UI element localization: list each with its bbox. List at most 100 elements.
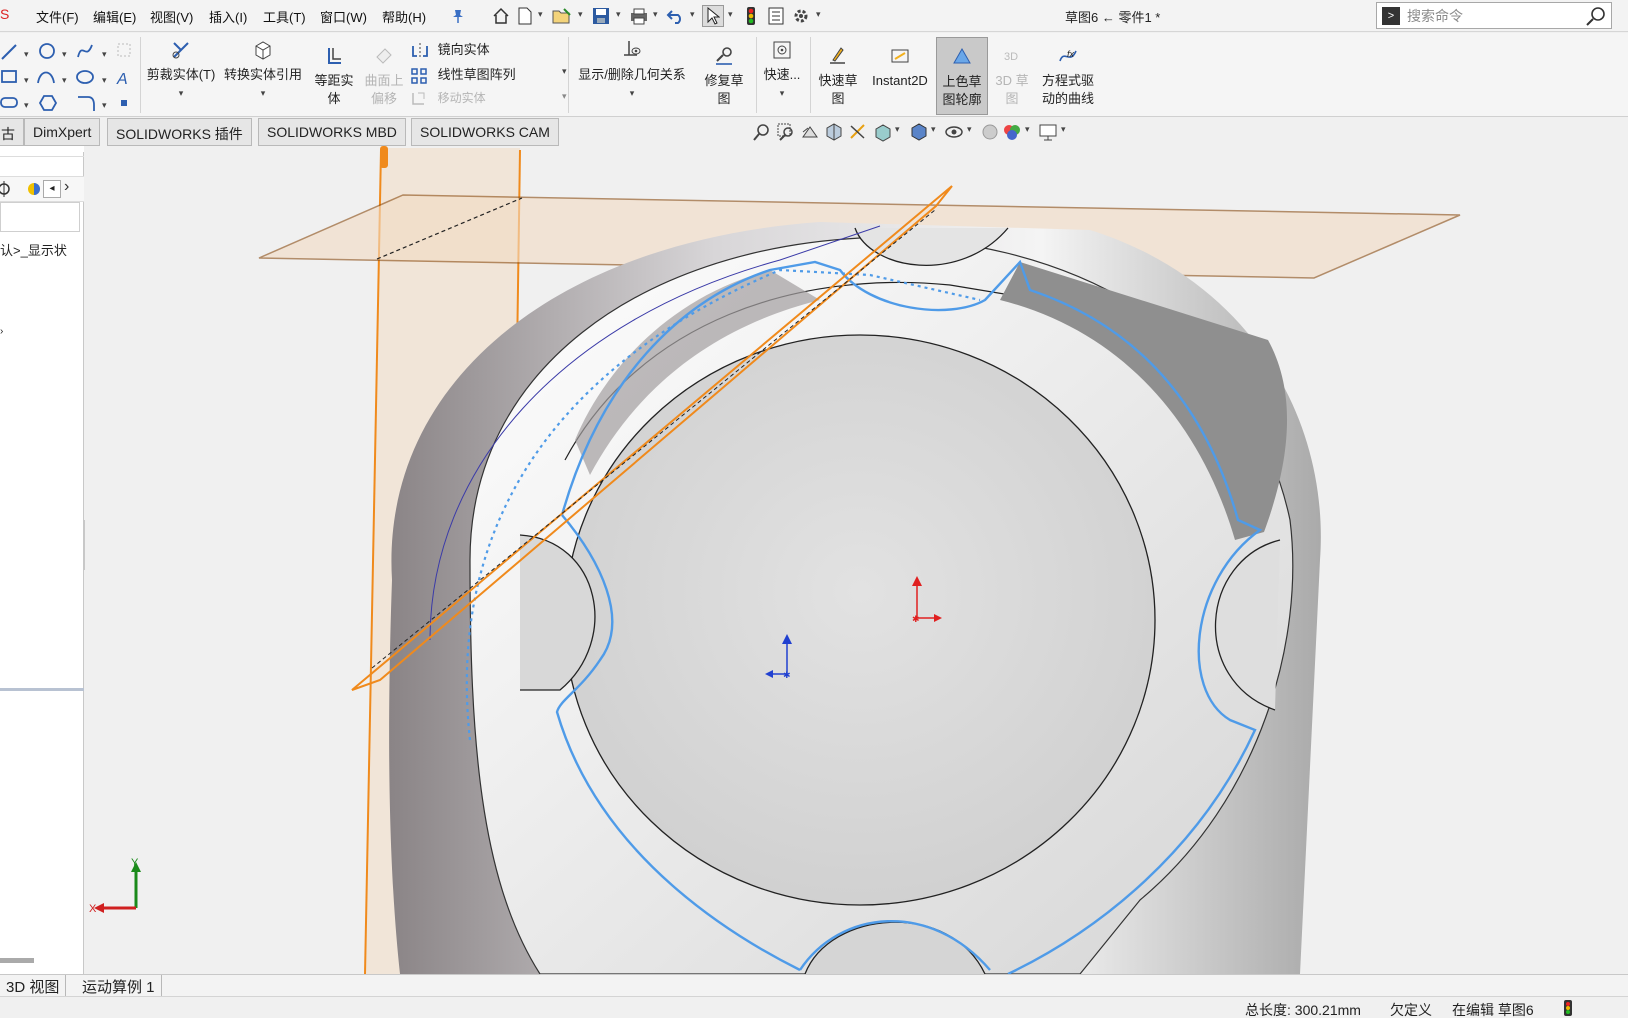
menu-help[interactable]: 帮助(H) xyxy=(382,7,426,26)
display-state-tree-item[interactable]: 认>_显示状 xyxy=(0,240,67,259)
display-style-icon[interactable] xyxy=(908,122,928,142)
instant2d-button[interactable]: Instant2D xyxy=(866,45,934,90)
menu-insert[interactable]: 插入(I) xyxy=(209,7,247,26)
crosshair-target-icon[interactable] xyxy=(0,181,12,197)
save-icon[interactable] xyxy=(590,5,612,27)
options-gear-icon[interactable] xyxy=(790,5,812,27)
new-document-icon[interactable] xyxy=(514,5,536,27)
linear-pattern-label: 线性草图阵列 xyxy=(437,67,516,82)
quick-snaps-icon xyxy=(773,41,791,59)
search-input[interactable] xyxy=(1407,6,1567,26)
tab-solidworks-mbd[interactable]: SOLIDWORKS MBD xyxy=(258,118,406,146)
chevron-down-icon[interactable]: ▾ xyxy=(1061,124,1066,135)
appearance-manager-icon[interactable] xyxy=(26,181,42,197)
graphics-area[interactable]: ✱ ✱ Y X xyxy=(85,146,1628,974)
chevron-down-icon[interactable]: ▾ xyxy=(578,9,583,20)
feature-manager-panel: ◂ › 认>_显示状 › xyxy=(0,146,84,974)
chevron-down-icon[interactable]: ▾ xyxy=(760,84,804,102)
rapid-sketch-button[interactable]: 快速草 图 xyxy=(814,45,862,108)
select-cursor-icon[interactable] xyxy=(702,5,724,27)
chevron-down-icon[interactable]: ▾ xyxy=(816,9,821,20)
apply-scene-icon[interactable] xyxy=(1002,122,1022,142)
view-settings-monitor-icon[interactable] xyxy=(1038,122,1058,142)
sketch-entity-icons[interactable]: ▾ ▾ ▾ ▾ ▾ ▾ A ▾ ▾ xyxy=(0,39,140,113)
linear-sketch-pattern-button[interactable]: 线性草图阵列 ▾ xyxy=(410,64,567,85)
chevron-down-icon[interactable]: ▾ xyxy=(562,91,567,102)
chevron-down-icon[interactable]: ▾ xyxy=(895,124,900,135)
chevron-down-icon[interactable]: ▾ xyxy=(221,84,305,102)
scroll-tabs-left-button[interactable]: ◂ xyxy=(43,180,61,198)
move-label: 移动实体 xyxy=(437,91,486,105)
quick-snaps-button[interactable]: 快速... ▾ xyxy=(760,39,804,102)
chevron-down-icon[interactable]: ▾ xyxy=(572,84,692,102)
3d-sketch-label-line2: 图 xyxy=(1005,91,1019,106)
chevron-down-icon[interactable]: ▾ xyxy=(1025,124,1030,135)
instant2d-icon xyxy=(891,49,909,63)
undo-icon[interactable] xyxy=(665,5,687,27)
offset-on-surface-button[interactable]: 曲面上 偏移 xyxy=(360,45,408,108)
convert-entities-button[interactable]: 转换实体引用 ▾ xyxy=(221,39,305,102)
rebuild-status-icon[interactable] xyxy=(1564,1000,1572,1016)
feature-tree-filter[interactable] xyxy=(0,202,80,232)
shaded-sketch-contours-button[interactable]: 上色草 图轮廓 xyxy=(936,37,988,115)
panel-divider xyxy=(0,156,84,157)
chevron-down-icon[interactable]: ▾ xyxy=(728,9,733,20)
view-orientation-icon[interactable] xyxy=(872,122,892,142)
home-icon[interactable] xyxy=(490,5,512,27)
chevron-down-icon[interactable]: ▾ xyxy=(562,66,567,77)
tab-motion-study-1[interactable]: 运动算例 1 xyxy=(76,975,162,997)
command-manager-ribbon: ▾ ▾ ▾ ▾ ▾ ▾ A ▾ ▾ 剪裁实体(T) ▾ 转换实体引用 ▾ 等距实… xyxy=(0,33,1628,117)
zoom-to-fit-icon[interactable] xyxy=(752,122,772,142)
print-icon[interactable] xyxy=(628,5,650,27)
chevron-down-icon[interactable]: ▾ xyxy=(144,84,218,102)
menu-tools[interactable]: 工具(T) xyxy=(263,7,306,26)
zoom-to-area-icon[interactable] xyxy=(776,122,796,142)
panel-splitter[interactable] xyxy=(0,688,84,691)
chevron-down-icon[interactable]: ▾ xyxy=(690,9,695,20)
tab-solidworks-cam[interactable]: SOLIDWORKS CAM xyxy=(411,118,559,146)
repair-sketch-button[interactable]: 修复草 图 xyxy=(700,45,748,108)
3d-sketch-button[interactable]: 3D 3D 草 图 xyxy=(990,45,1034,108)
horizontal-scrollbar[interactable] xyxy=(0,958,34,963)
reference-triad[interactable]: Y X xyxy=(89,857,141,915)
open-folder-icon[interactable] xyxy=(551,5,573,27)
tab-evaluate[interactable]: 古 xyxy=(0,118,24,146)
menu-file[interactable]: 文件(F) xyxy=(36,7,79,26)
mirror-label: 镜向实体 xyxy=(437,42,490,57)
file-properties-icon[interactable] xyxy=(765,5,787,27)
chevron-down-icon[interactable]: ▾ xyxy=(538,9,543,20)
hide-show-items-icon[interactable] xyxy=(944,122,964,142)
chevron-down-icon[interactable]: ▾ xyxy=(967,124,972,135)
offset-entities-button[interactable]: 等距实 体 xyxy=(310,45,358,108)
3d-sketch-label-line1: 3D 草 xyxy=(995,73,1029,88)
plane-handle[interactable] xyxy=(380,146,388,168)
tab-dimxpert[interactable]: DimXpert xyxy=(24,118,101,146)
chevron-down-icon[interactable]: ▾ xyxy=(616,9,621,20)
search-commands-box[interactable]: > xyxy=(1376,2,1612,29)
tree-expand-arrow-icon[interactable]: › xyxy=(0,326,3,337)
search-icon[interactable] xyxy=(1585,6,1607,29)
equation-driven-curve-button[interactable]: fx 方程式驱 动的曲线 xyxy=(1036,45,1100,108)
section-view-icon[interactable] xyxy=(824,122,844,142)
previous-view-icon[interactable] xyxy=(800,122,820,142)
dynamic-annotation-icon[interactable] xyxy=(848,122,868,142)
chevron-right-icon[interactable]: › xyxy=(64,178,69,196)
chevron-down-icon[interactable]: ▾ xyxy=(653,9,658,20)
tab-3d-views[interactable]: 3D 视图 xyxy=(0,975,67,997)
move-entities-button[interactable]: 移动实体 ▾ xyxy=(410,89,567,108)
chevron-down-icon[interactable]: ▾ xyxy=(931,124,936,135)
display-delete-relations-button[interactable]: 显示/删除几何关系 ▾ xyxy=(572,39,692,102)
trim-entities-button[interactable]: 剪裁实体(T) ▾ xyxy=(144,39,218,102)
edit-appearance-icon[interactable] xyxy=(980,122,1000,142)
pin-icon[interactable] xyxy=(447,5,469,27)
menu-edit[interactable]: 编辑(E) xyxy=(93,7,136,26)
tab-solidworks-addins[interactable]: SOLIDWORKS 插件 xyxy=(107,118,252,146)
solidworks-logo[interactable]: S xyxy=(0,6,9,22)
model-view-canvas[interactable]: ✱ ✱ Y X xyxy=(85,146,1628,974)
menu-window[interactable]: 窗口(W) xyxy=(320,7,367,26)
mirror-entities-button[interactable]: 镜向实体 xyxy=(410,39,490,60)
inner-bore[interactable] xyxy=(564,334,1156,906)
rebuild-traffic-light-icon[interactable] xyxy=(740,5,762,27)
menu-view[interactable]: 视图(V) xyxy=(150,7,193,26)
svg-text:▾: ▾ xyxy=(62,49,67,59)
